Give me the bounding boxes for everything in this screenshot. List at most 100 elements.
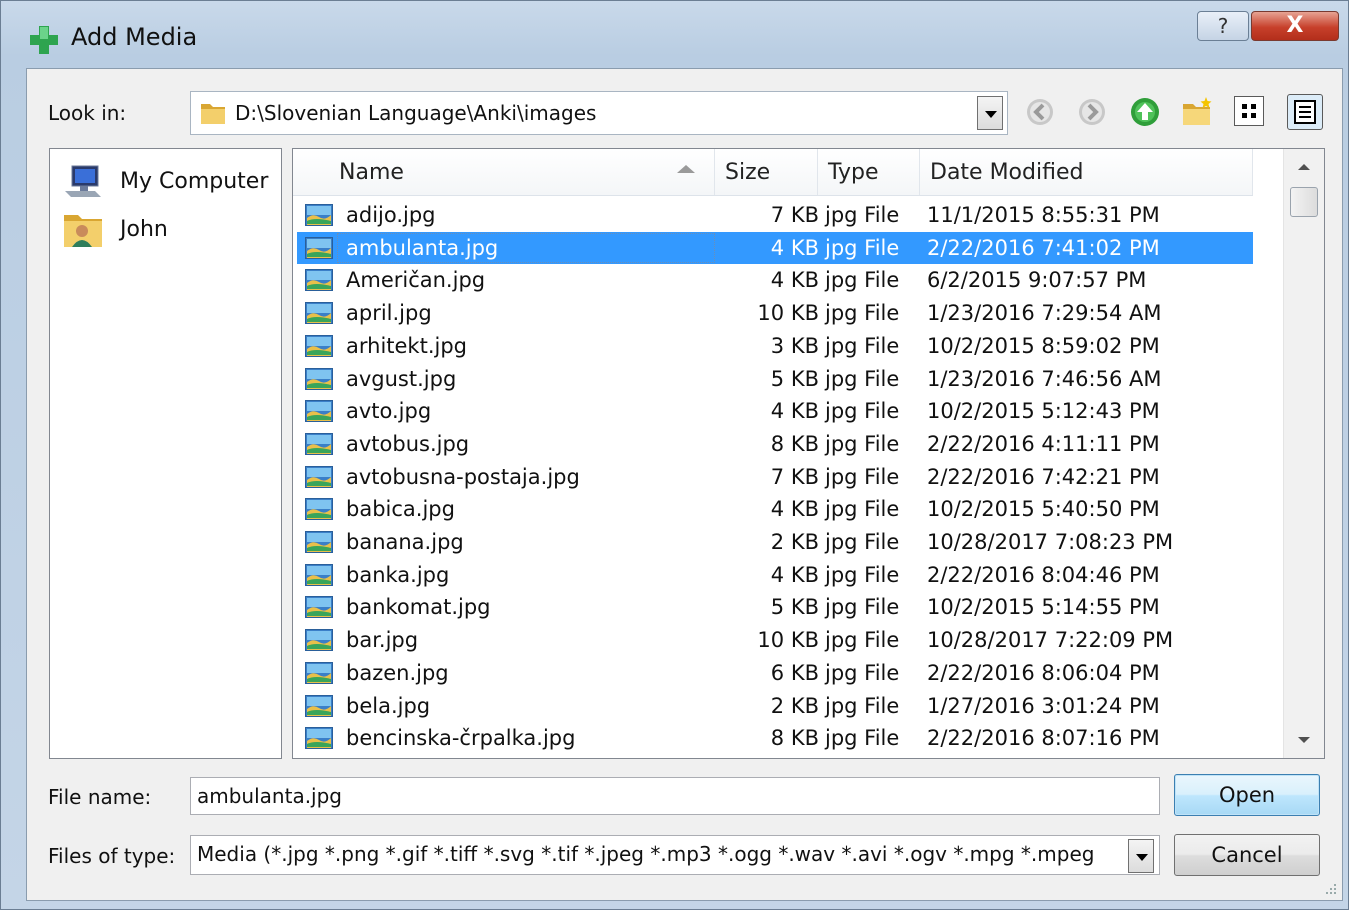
- file-type: jpg File: [825, 530, 900, 554]
- files-of-type-dropdown-arrow[interactable]: [1128, 839, 1154, 873]
- column-header-date-modified[interactable]: Date Modified: [920, 149, 1253, 195]
- file-type: jpg File: [825, 333, 900, 358]
- file-name: adijo.jpg: [346, 203, 436, 227]
- sidebar-item-john[interactable]: John: [62, 207, 277, 251]
- scrollbar-thumb[interactable]: [1290, 187, 1318, 217]
- table-row[interactable]: april.jpg 10 KB jpg File 1/23/2016 7:29:54 …: [297, 297, 1253, 329]
- file-date-modified: 2/22/2016 8:04:46 PM: [927, 562, 1160, 587]
- title-bar[interactable]: Add Media ? X: [1, 1, 1348, 63]
- help-button[interactable]: ?: [1197, 11, 1249, 41]
- file-name: bela.jpg: [346, 693, 431, 718]
- table-row[interactable]: bazen.jpg 6 KB jpg File 2/22/2016 8:06:04 P…: [297, 657, 1253, 689]
- scroll-up-arrow-icon[interactable]: [1284, 149, 1324, 185]
- column-header-size[interactable]: Size: [715, 149, 818, 195]
- look-in-combo[interactable]: D:\Slovenian Language\Anki\images: [190, 91, 1008, 135]
- files-of-type-combo[interactable]: Media (*.jpg *.png *.gif *.tiff *.svg *.…: [190, 835, 1160, 875]
- file-name: banka.jpg: [346, 562, 450, 587]
- cancel-button[interactable]: Cancel: [1174, 834, 1320, 876]
- table-row[interactable]: ambulanta.jpg 4 KB jpg File 2/22/2016 7:41:…: [297, 231, 1253, 264]
- file-type: jpg File: [825, 464, 900, 489]
- file-date-modified: 2/22/2016 8:07:16 PM: [927, 726, 1160, 751]
- file-type: jpg File: [825, 595, 900, 620]
- file-name: avto.jpg: [346, 399, 432, 424]
- sidebar-item-label: John: [120, 217, 168, 242]
- table-row[interactable]: banka.jpg 4 KB jpg File 2/22/2016 8:04:46 P…: [297, 559, 1253, 591]
- table-row[interactable]: avgust.jpg 5 KB jpg File 1/23/2016 7:46:56 …: [297, 363, 1253, 395]
- vertical-scrollbar[interactable]: [1283, 149, 1324, 758]
- detail-view-icon[interactable]: [1287, 94, 1323, 130]
- look-in-path: D:\Slovenian Language\Anki\images: [235, 101, 597, 125]
- image-file-icon: [305, 727, 333, 750]
- file-date-modified: 2/22/2016 7:41:02 PM: [927, 235, 1160, 260]
- file-size: 4 KB: [770, 235, 819, 260]
- file-name: bankomat.jpg: [346, 595, 491, 620]
- user-folder-icon: [64, 215, 102, 247]
- file-name: april.jpg: [346, 301, 432, 326]
- table-row[interactable]: bankomat.jpg 5 KB jpg File 10/2/2015 5:14:5…: [297, 591, 1253, 623]
- places-sidebar: My Computer John: [49, 148, 282, 759]
- table-row[interactable]: bencinska-črpalka.jpg 8 KB jpg File 2/22/20…: [297, 722, 1253, 754]
- image-file-icon: [305, 334, 333, 357]
- file-name: bar.jpg: [346, 628, 419, 653]
- files-of-type-value: Media (*.jpg *.png *.gif *.tiff *.svg *.…: [197, 842, 1095, 866]
- back-icon[interactable]: [1024, 96, 1056, 128]
- file-type: jpg File: [825, 366, 900, 391]
- sidebar-item-label: My Computer: [120, 169, 269, 194]
- file-date-modified: 2/22/2016 8:06:04 PM: [927, 660, 1160, 685]
- table-row[interactable]: adijo.jpg 7 KB jpg File 11/1/2015 8:55:31 P…: [297, 199, 1253, 231]
- file-name: babica.jpg: [346, 497, 455, 522]
- file-size: 4 KB: [770, 562, 819, 587]
- file-name: avtobusna-postaja.jpg: [346, 464, 580, 489]
- up-folder-icon[interactable]: [1129, 96, 1161, 128]
- file-list-header: Name Size Type Date Modified: [293, 149, 1253, 196]
- file-name-input[interactable]: ambulanta.jpg: [190, 777, 1160, 815]
- file-name: bencinska-črpalka.jpg: [346, 726, 576, 751]
- image-file-icon: [305, 596, 333, 619]
- column-header-name[interactable]: Name: [293, 149, 715, 195]
- file-date-modified: 1/23/2016 7:29:54 AM: [927, 301, 1162, 326]
- scroll-down-arrow-icon[interactable]: [1284, 722, 1324, 758]
- sidebar-item-my-computer[interactable]: My Computer: [62, 159, 277, 203]
- computer-icon: [65, 165, 101, 197]
- file-date-modified: 2/22/2016 4:11:11 PM: [927, 431, 1160, 456]
- file-name: Američan.jpg: [346, 268, 486, 293]
- look-in-dropdown-arrow[interactable]: [977, 96, 1003, 130]
- resize-grip-icon[interactable]: [1324, 882, 1338, 896]
- file-list[interactable]: Name Size Type Date Modified adijo.jpg 7 …: [292, 148, 1325, 759]
- image-file-icon: [305, 302, 333, 325]
- sort-ascending-icon: [677, 165, 695, 173]
- file-date-modified: 11/1/2015 8:55:31 PM: [927, 203, 1160, 227]
- image-file-icon: [305, 400, 333, 423]
- close-button[interactable]: X: [1251, 11, 1339, 41]
- file-size: 4 KB: [770, 399, 819, 424]
- column-header-type[interactable]: Type: [818, 149, 920, 195]
- file-type: jpg File: [825, 628, 900, 653]
- table-row[interactable]: avtobus.jpg 8 KB jpg File 2/22/2016 4:11:11…: [297, 428, 1253, 460]
- file-date-modified: 10/2/2015 5:14:55 PM: [927, 595, 1160, 620]
- file-date-modified: 10/2/2015 5:40:50 PM: [927, 497, 1160, 522]
- image-file-icon: [305, 694, 333, 717]
- file-type: jpg File: [825, 431, 900, 456]
- file-name: banana.jpg: [346, 530, 464, 554]
- folder-icon: [201, 104, 225, 124]
- table-row[interactable]: Američan.jpg 4 KB jpg File 6/2/2015 9:07:57…: [297, 264, 1253, 296]
- image-file-icon: [305, 563, 333, 586]
- table-row[interactable]: arhitekt.jpg 3 KB jpg File 10/2/2015 8:59:0…: [297, 330, 1253, 362]
- file-name: avtobus.jpg: [346, 431, 470, 456]
- file-size: 2 KB: [770, 530, 819, 554]
- file-size: 8 KB: [770, 431, 819, 456]
- file-date-modified: 1/23/2016 7:46:56 AM: [927, 366, 1162, 391]
- table-row[interactable]: avto.jpg 4 KB jpg File 10/2/2015 5:12:43 PM: [297, 395, 1253, 427]
- look-in-label: Look in:: [48, 101, 127, 125]
- list-view-icon[interactable]: [1234, 96, 1264, 126]
- table-row[interactable]: avtobusna-postaja.jpg 7 KB jpg File 2/22/20…: [297, 461, 1253, 493]
- table-row[interactable]: bar.jpg 10 KB jpg File 10/28/2017 7:22:09 P…: [297, 624, 1253, 656]
- new-folder-icon[interactable]: [1181, 96, 1213, 128]
- open-button[interactable]: Open: [1174, 774, 1320, 816]
- image-file-icon: [305, 367, 333, 390]
- table-row[interactable]: bela.jpg 2 KB jpg File 1/27/2016 3:01:24 PM: [297, 690, 1253, 722]
- file-name: arhitekt.jpg: [346, 333, 467, 358]
- table-row[interactable]: babica.jpg 4 KB jpg File 10/2/2015 5:40:50 …: [297, 493, 1253, 525]
- forward-icon[interactable]: [1076, 96, 1108, 128]
- table-row[interactable]: banana.jpg 2 KB jpg File 10/28/2017 7:08:23…: [297, 526, 1253, 558]
